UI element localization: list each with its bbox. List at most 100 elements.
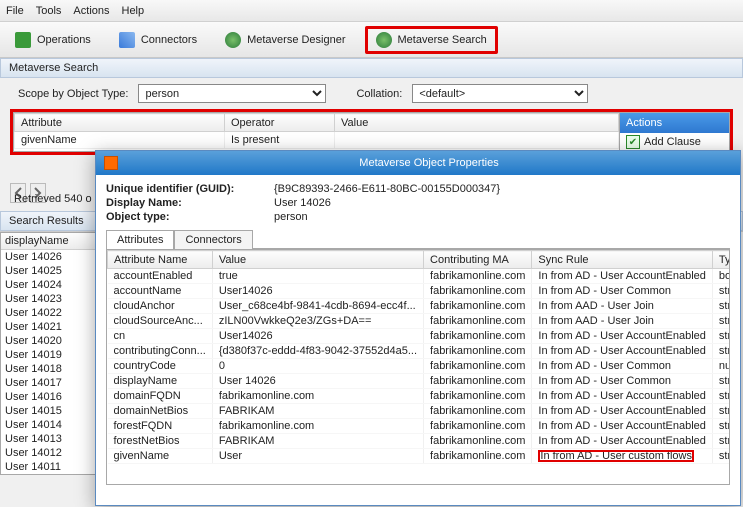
menu-actions[interactable]: Actions — [73, 5, 109, 17]
list-item[interactable]: User 14017 — [1, 376, 95, 390]
cell-value: FABRIKAM — [212, 404, 423, 419]
window-titlebar[interactable]: Metaverse Object Properties — [96, 151, 740, 175]
list-item[interactable]: User 14024 — [1, 278, 95, 292]
cell-syncrule: In from AD - User AccountEnabled — [532, 419, 713, 434]
toolbar: Operations Connectors Metaverse Designer… — [0, 22, 743, 58]
check-icon: ✔ — [626, 135, 640, 149]
cell-syncrule: In from AD - User AccountEnabled — [532, 344, 713, 359]
criteria-grid: Attribute Operator Value givenName Is pr… — [10, 109, 733, 155]
guid-label: Unique identifier (GUID): — [106, 183, 266, 195]
criteria-col-value[interactable]: Value — [335, 114, 619, 132]
search-globe-icon — [376, 32, 392, 48]
table-row[interactable]: displayNameUser 14026fabrikamonline.comI… — [108, 374, 731, 389]
list-item[interactable]: User 14020 — [1, 334, 95, 348]
table-row[interactable]: givenNameUserfabrikamonline.comIn from A… — [108, 449, 731, 464]
list-item[interactable]: User 14016 — [1, 390, 95, 404]
cell-syncrule: In from AD - User Common — [532, 284, 713, 299]
table-row[interactable]: domainFQDNfabrikamonline.comfabrikamonli… — [108, 389, 731, 404]
cell-attrname: givenName — [108, 449, 213, 464]
actions-header: Actions — [620, 113, 729, 133]
cell-type: string — [712, 314, 730, 329]
scope-select[interactable]: person — [138, 84, 326, 103]
app-icon — [104, 156, 118, 170]
list-item[interactable]: User 14018 — [1, 362, 95, 376]
cell-value: fabrikamonline.com — [212, 419, 423, 434]
cell-attrname: accountName — [108, 284, 213, 299]
cell-ma: fabrikamonline.com — [424, 344, 532, 359]
connectors-button[interactable]: Connectors — [110, 28, 206, 52]
list-item[interactable]: User 14014 — [1, 418, 95, 432]
criteria-val — [335, 132, 619, 149]
list-item[interactable]: User 14023 — [1, 292, 95, 306]
list-item[interactable]: User 14011 — [1, 460, 95, 474]
collation-label: Collation: — [356, 88, 402, 100]
list-item[interactable]: User 14012 — [1, 446, 95, 460]
cell-value: true — [212, 269, 423, 284]
menu-tools[interactable]: Tools — [36, 5, 62, 17]
col-attrname[interactable]: Attribute Name — [108, 251, 213, 269]
table-row[interactable]: cnUser14026fabrikamonline.comIn from AD … — [108, 329, 731, 344]
table-row[interactable]: forestNetBiosFABRIKAMfabrikamonline.comI… — [108, 434, 731, 449]
menu-file[interactable]: File — [6, 5, 24, 17]
col-contributing-ma[interactable]: Contributing MA — [424, 251, 532, 269]
col-value[interactable]: Value — [212, 251, 423, 269]
criteria-op: Is present — [225, 132, 335, 149]
menu-help[interactable]: Help — [122, 5, 145, 17]
table-row[interactable]: contributingConn...{d380f37c-eddd-4f83-9… — [108, 344, 731, 359]
table-row[interactable]: cloudAnchorUser_c68ce4bf-9841-4cdb-8694-… — [108, 299, 731, 314]
list-item[interactable]: User 14026 — [1, 250, 95, 264]
list-item[interactable]: User 14021 — [1, 320, 95, 334]
cell-value: User14026 — [212, 284, 423, 299]
cell-attrname: forestFQDN — [108, 419, 213, 434]
scope-label: Scope by Object Type: — [18, 88, 128, 100]
metaverse-designer-button[interactable]: Metaverse Designer — [216, 28, 354, 52]
metaverse-search-header: Metaverse Search — [0, 58, 743, 78]
table-row[interactable]: cloudSourceAnc...zILN00VwkkeQ2e3/ZGs+DA=… — [108, 314, 731, 329]
results-col-displayname[interactable]: displayName — [1, 233, 95, 250]
col-type[interactable]: Type — [712, 251, 730, 269]
list-item[interactable]: User 14015 — [1, 404, 95, 418]
list-item[interactable]: User 14022 — [1, 306, 95, 320]
list-item[interactable]: User 14025 — [1, 264, 95, 278]
scope-row: Scope by Object Type: person Collation: … — [0, 78, 743, 109]
criteria-col-operator[interactable]: Operator — [225, 114, 335, 132]
table-row[interactable]: forestFQDNfabrikamonline.comfabrikamonli… — [108, 419, 731, 434]
criteria-row[interactable]: givenName Is present — [15, 132, 619, 149]
cell-value: User 14026 — [212, 374, 423, 389]
cell-syncrule: In from AAD - User Join — [532, 314, 713, 329]
collation-select[interactable]: <default> — [412, 84, 588, 103]
metaverse-search-button[interactable]: Metaverse Search — [365, 26, 498, 54]
tab-connectors[interactable]: Connectors — [174, 230, 252, 249]
table-row[interactable]: accountNameUser14026fabrikamonline.comIn… — [108, 284, 731, 299]
cell-attrname: forestNetBios — [108, 434, 213, 449]
cell-syncrule: In from AD - User AccountEnabled — [532, 404, 713, 419]
list-item[interactable]: User 14013 — [1, 432, 95, 446]
search-results-list: displayName User 14026User 14025User 140… — [0, 232, 96, 475]
tab-attributes[interactable]: Attributes — [106, 230, 174, 249]
criteria-col-attribute[interactable]: Attribute — [15, 114, 225, 132]
col-syncrule[interactable]: Sync Rule — [532, 251, 713, 269]
cell-value: FABRIKAM — [212, 434, 423, 449]
guid-value: {B9C89393-2466-E611-80BC-00155D000347} — [274, 183, 500, 195]
connectors-label: Connectors — [141, 34, 197, 46]
criteria-attr: givenName — [15, 132, 225, 149]
operations-button[interactable]: Operations — [6, 28, 100, 52]
cell-attrname: domainFQDN — [108, 389, 213, 404]
cell-ma: fabrikamonline.com — [424, 404, 532, 419]
cell-syncrule: In from AD - User Common — [532, 374, 713, 389]
metaverse-object-properties-window: Metaverse Object Properties Unique ident… — [95, 150, 741, 506]
cell-syncrule: In from AD - User AccountEnabled — [532, 269, 713, 284]
cell-ma: fabrikamonline.com — [424, 329, 532, 344]
menubar: File Tools Actions Help — [0, 0, 743, 22]
window-title: Metaverse Object Properties — [126, 157, 732, 169]
cell-type: string — [712, 434, 730, 449]
table-row[interactable]: domainNetBiosFABRIKAMfabrikamonline.comI… — [108, 404, 731, 419]
cell-type: string — [712, 329, 730, 344]
cell-value: 0 — [212, 359, 423, 374]
cell-type: string — [712, 299, 730, 314]
add-clause-button[interactable]: ✔ Add Clause — [620, 133, 729, 151]
table-row[interactable]: accountEnabledtruefabrikamonline.comIn f… — [108, 269, 731, 284]
table-row[interactable]: countryCode0fabrikamonline.comIn from AD… — [108, 359, 731, 374]
cell-type: number — [712, 359, 730, 374]
list-item[interactable]: User 14019 — [1, 348, 95, 362]
